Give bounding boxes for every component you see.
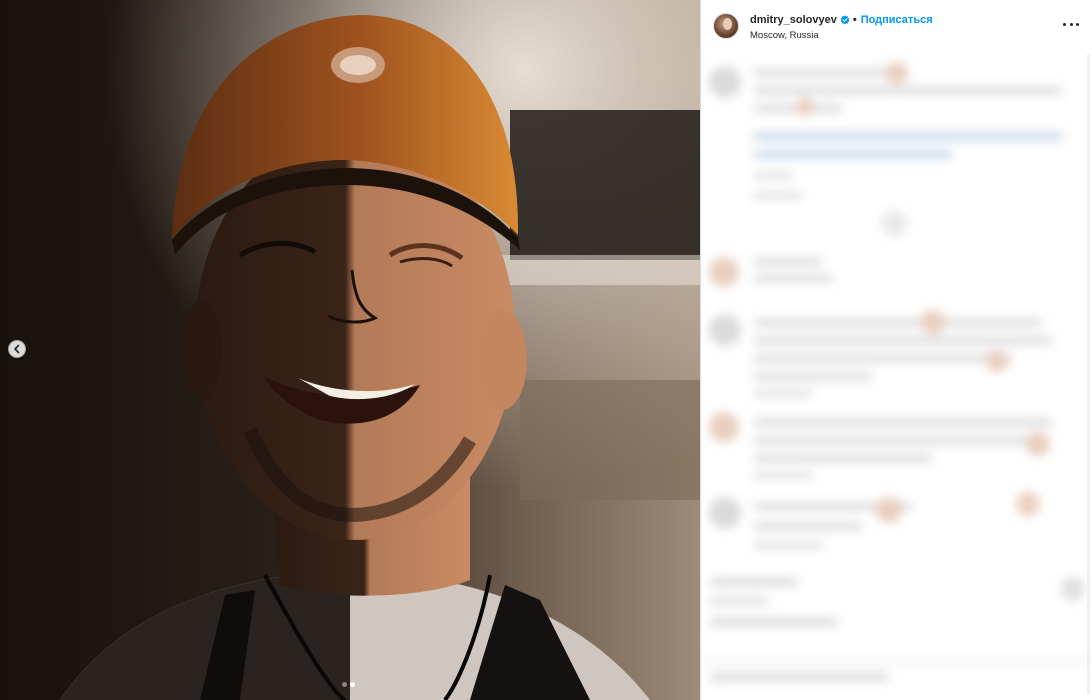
carousel-dot-active [350, 682, 355, 687]
user-line: dmitry_solovyev • Подписаться [750, 12, 933, 27]
more-options-icon [1063, 22, 1066, 26]
username-link[interactable]: dmitry_solovyev [750, 14, 837, 26]
comments-scrollbar[interactable] [1087, 54, 1090, 694]
separator-dot: • [852, 13, 857, 26]
carousel-indicator [342, 682, 355, 687]
carousel-dot [342, 682, 347, 687]
portrait-photo [0, 0, 700, 700]
more-options-button[interactable] [1063, 20, 1079, 28]
more-options-icon [1076, 22, 1079, 26]
avatar[interactable] [713, 13, 739, 39]
blurred-comments [701, 52, 1092, 700]
comments-section-blurred[interactable] [701, 52, 1092, 700]
post-side-panel: dmitry_solovyev • Подписаться Moscow, Ru… [700, 0, 1092, 700]
previous-slide-button[interactable] [8, 340, 26, 358]
follow-button[interactable]: Подписаться [861, 14, 933, 26]
verified-badge-icon [840, 14, 850, 24]
location-link[interactable]: Moscow, Russia [750, 30, 933, 41]
post-photo[interactable] [0, 0, 700, 700]
chevron-left-icon [14, 344, 20, 354]
more-options-icon [1069, 22, 1073, 26]
post-header-text: dmitry_solovyev • Подписаться Moscow, Ru… [750, 12, 933, 42]
post-header: dmitry_solovyev • Подписаться Moscow, Ru… [701, 0, 1092, 52]
